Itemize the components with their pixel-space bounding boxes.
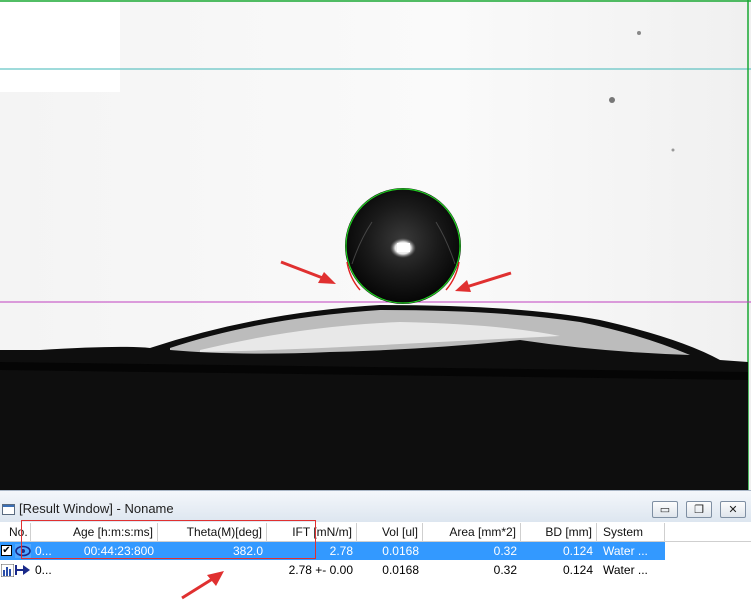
- row-vol: 0.0168: [382, 563, 419, 577]
- row-age: 00:44:23:800: [83, 544, 154, 558]
- result-window-titlebar[interactable]: [Result Window] - Noname ▭ ❐ ✕: [0, 490, 751, 522]
- droplet-image-viewer[interactable]: [0, 0, 751, 490]
- row-system: Water ...: [603, 563, 648, 577]
- row-system: Water ...: [603, 544, 648, 558]
- table-row[interactable]: 0... 2.78 +- 0.00 0.0168 0.32 0.124 Wate…: [0, 561, 665, 579]
- column-header-bd[interactable]: BD [mm]: [521, 523, 597, 541]
- row-age: [31, 561, 158, 579]
- column-header-theta[interactable]: Theta(M)[deg]: [158, 523, 267, 541]
- background-patch: [0, 0, 120, 92]
- droplet-highlight-core: [397, 243, 410, 252]
- close-button[interactable]: ✕: [720, 501, 746, 518]
- column-header-vol[interactable]: Vol [ul]: [357, 523, 423, 541]
- dust-speck: [671, 148, 675, 152]
- statistics-icon: [1, 564, 14, 577]
- row-ift: 2.78: [329, 544, 353, 558]
- restore-button[interactable]: ❐: [686, 501, 712, 518]
- row-area: 0.32: [493, 563, 517, 577]
- row-area: 0.32: [493, 544, 517, 558]
- column-header-system[interactable]: System: [597, 523, 665, 541]
- row-bd: 0.124: [562, 544, 593, 558]
- row-bd: 0.124: [562, 563, 593, 577]
- column-header-no[interactable]: No.: [0, 523, 31, 541]
- row-checkbox[interactable]: ✔: [1, 545, 12, 556]
- result-window: [Result Window] - Noname ▭ ❐ ✕ No. Age […: [0, 490, 751, 604]
- droplet-image: [0, 0, 751, 490]
- dust-speck: [609, 97, 615, 103]
- minimize-button[interactable]: ▭: [652, 501, 678, 518]
- column-header-age[interactable]: Age [h:m:s:ms]: [31, 523, 158, 541]
- column-header-area[interactable]: Area [mm*2]: [423, 523, 521, 541]
- table-row[interactable]: ✔ 0... 00:44:23:800 382.0 2.78 0.0168 0.…: [0, 542, 665, 560]
- column-header-ift[interactable]: IFT [mN/m]: [267, 523, 357, 541]
- window-title: [Result Window] - Noname: [19, 501, 174, 516]
- table-header: No. Age [h:m:s:ms] Theta(M)[deg] IFT [mN…: [0, 523, 751, 542]
- eye-icon[interactable]: [15, 544, 31, 558]
- row-theta: 382.0: [232, 544, 263, 558]
- arrow-right-icon: [15, 565, 30, 575]
- row-ift: 2.78 +- 0.00: [288, 563, 353, 577]
- row-theta: [158, 561, 267, 579]
- dust-speck: [637, 31, 641, 35]
- row-vol: 0.0168: [382, 544, 419, 558]
- window-icon: [2, 504, 15, 515]
